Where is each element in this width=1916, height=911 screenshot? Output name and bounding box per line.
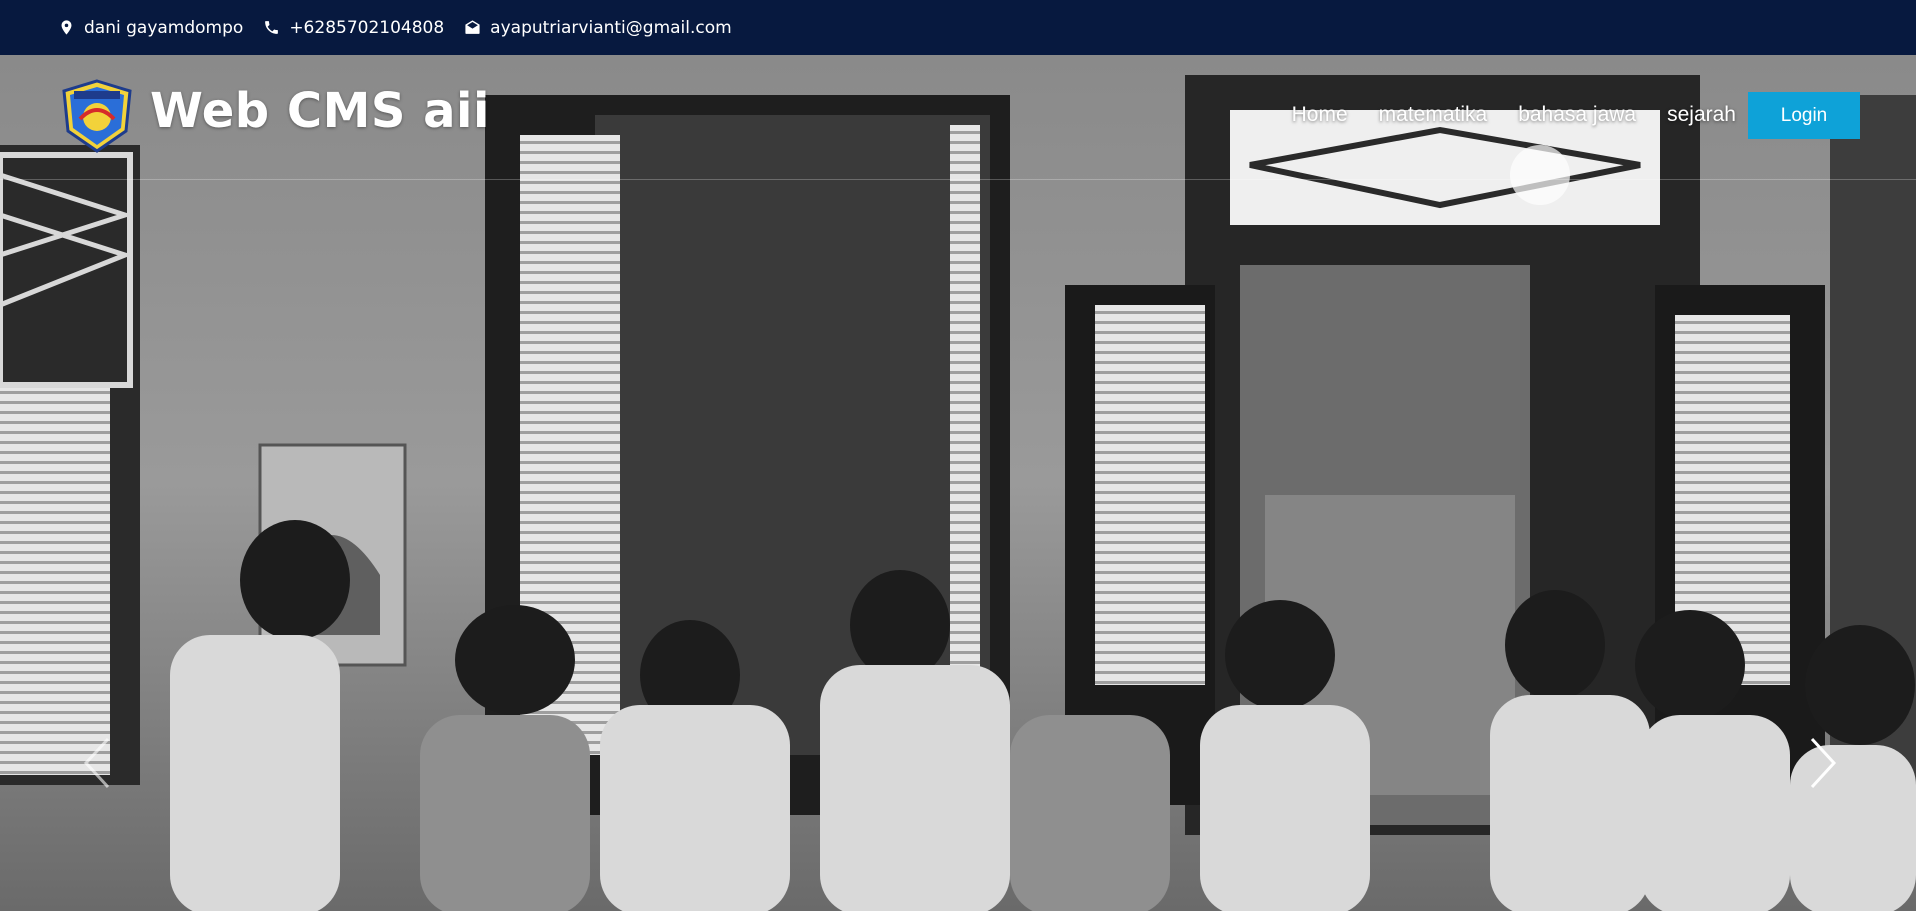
map-pin-icon — [61, 20, 72, 35]
phone-info: +6285702104808 — [263, 18, 444, 38]
chevron-right-icon — [1810, 737, 1837, 789]
address-text: dani gayamdompo — [84, 17, 244, 38]
phone-text: +6285702104808 — [289, 17, 445, 38]
email-info: ayaputriarvianti@gmail.com — [464, 18, 732, 38]
school-logo-icon[interactable] — [60, 79, 134, 153]
address-info: dani gayamdompo — [58, 18, 243, 38]
nav-item-sejarah[interactable]: sejarah — [1667, 103, 1736, 127]
hero-historical-photo — [0, 55, 1916, 911]
top-info-bar: dani gayamdompo +6285702104808 ayaputria… — [0, 0, 1916, 55]
envelope-open-icon — [465, 20, 480, 34]
site-title[interactable]: Web CMS aii — [150, 83, 490, 139]
nav-item-bahasa-jawa[interactable]: bahasa jawa — [1518, 103, 1636, 127]
nav-item-home[interactable]: Home — [1292, 103, 1348, 127]
main-nav: Home matematika bahasa jawa sejarah — [1292, 103, 1736, 127]
hero-slider — [0, 55, 1916, 911]
email-text: ayaputriarvianti@gmail.com — [490, 17, 732, 38]
site-header: Web CMS aii Home matematika bahasa jawa … — [0, 55, 1916, 180]
login-button[interactable]: Login — [1748, 92, 1860, 139]
slider-prev-button[interactable] — [80, 735, 112, 791]
chevron-left-icon — [83, 737, 110, 789]
slider-next-button[interactable] — [1808, 735, 1840, 791]
nav-item-matematika[interactable]: matematika — [1379, 103, 1488, 127]
phone-icon — [265, 21, 279, 34]
